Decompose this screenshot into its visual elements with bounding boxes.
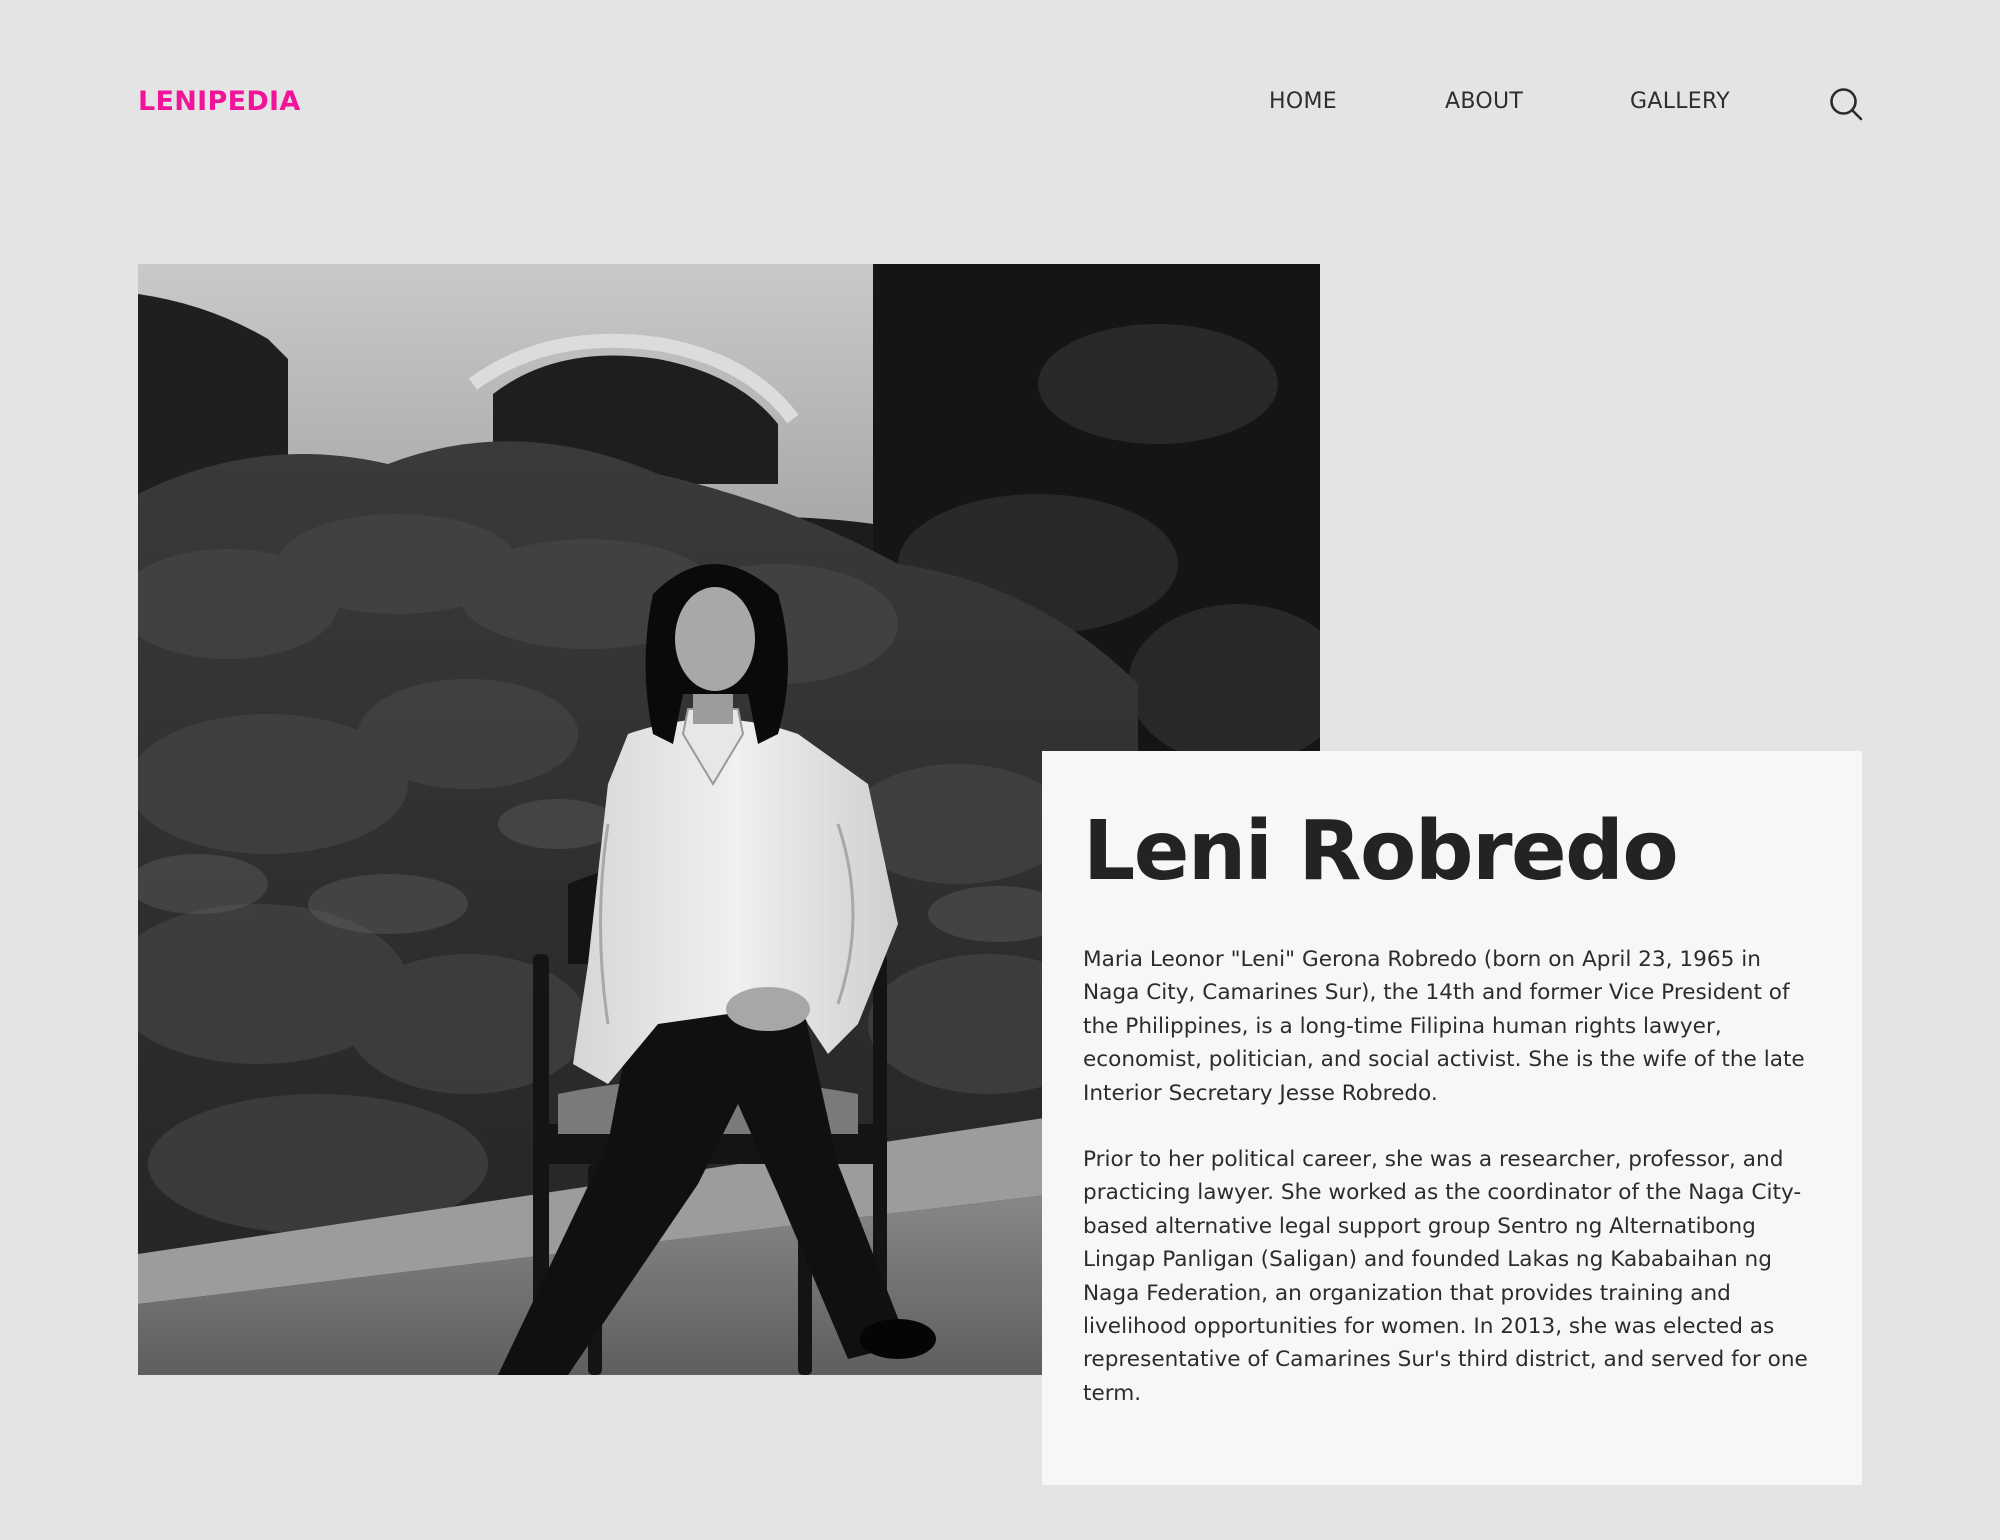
bio-paragraph-1: Maria Leonor "Leni" Gerona Robredo (born… — [1083, 947, 1805, 1106]
bio-card: Leni Robredo Maria Leonor "Leni" Gerona … — [1042, 751, 1862, 1485]
search-icon — [1830, 88, 1863, 121]
search-button[interactable] — [1828, 86, 1864, 122]
bio-paragraph-2: Prior to her political career, she was a… — [1083, 1147, 1808, 1406]
main-nav: HOME ABOUT GALLERY — [0, 89, 2000, 121]
nav-home-link[interactable]: HOME — [1269, 89, 1337, 114]
nav-gallery-link[interactable]: GALLERY — [1630, 89, 1730, 114]
nav-about-link[interactable]: ABOUT — [1445, 89, 1523, 114]
page-title: Leni Robredo — [1083, 804, 1679, 899]
